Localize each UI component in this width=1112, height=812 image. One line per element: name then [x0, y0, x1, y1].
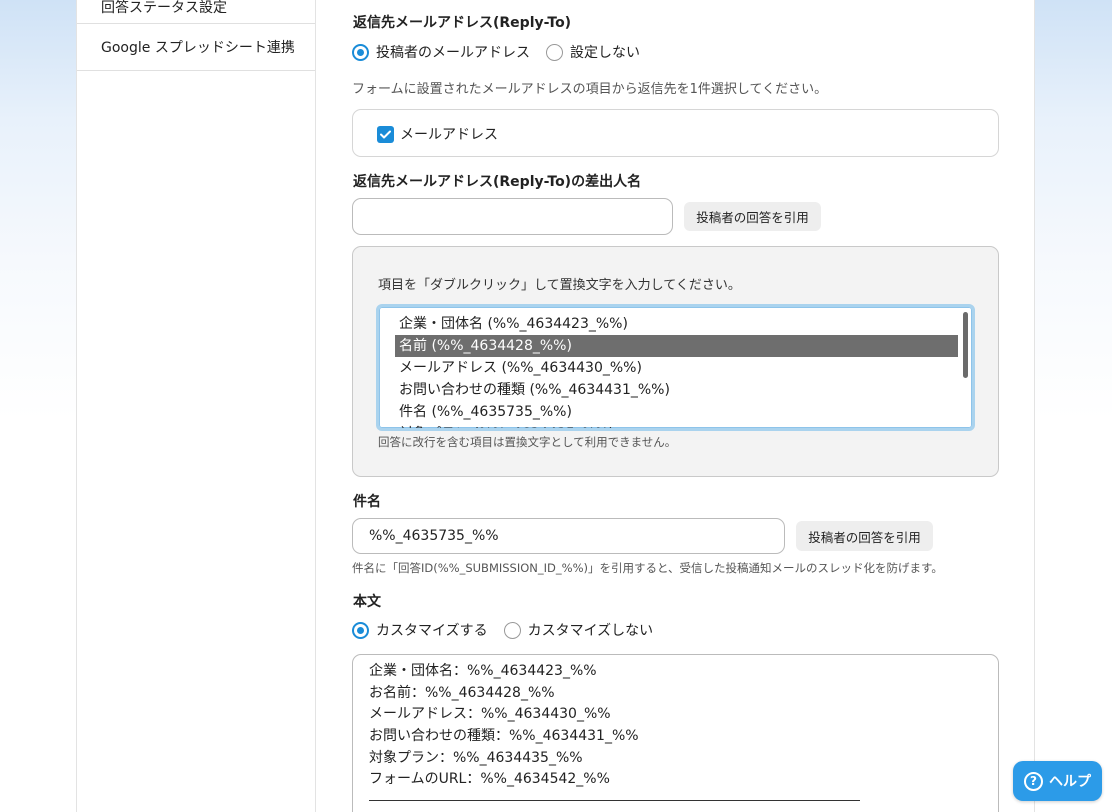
email-field-checkbox[interactable]: メールアドレス: [377, 124, 498, 144]
question-circle-icon: ?: [1024, 771, 1043, 791]
picker-instruction: 項目を「ダブルクリック」して置換文字を入力してください。: [378, 278, 741, 293]
sidebar-item-response-status[interactable]: 回答ステータス設定: [77, 0, 315, 24]
radio-label: カスタマイズする: [376, 623, 488, 639]
list-item[interactable]: メールアドレス (%%_4634430_%%): [395, 357, 958, 379]
reply-to-radio-group: 投稿者のメールアドレス 設定しない: [352, 42, 640, 62]
sidebar-item-google-sheets[interactable]: Google スプレッドシート連携: [77, 24, 315, 71]
reply-to-label: 返信先メールアドレス(Reply-To): [353, 15, 572, 31]
reply-to-help-text: フォームに設置されたメールアドレスの項目から返信先を1件選択してください。: [352, 82, 828, 97]
checkbox-label: メールアドレス: [400, 127, 498, 143]
subject-cite-answer-button[interactable]: 投稿者の回答を引用: [796, 521, 933, 551]
reply-to-name-input[interactable]: [352, 198, 673, 235]
radio-label: 投稿者のメールアドレス: [376, 45, 530, 61]
help-button[interactable]: ? ヘルプ: [1013, 761, 1102, 801]
checkmark-icon[interactable]: [377, 125, 394, 143]
subject-label: 件名: [353, 494, 381, 510]
picker-note: 回答に改行を含む項目は置換文字として利用できません。: [378, 435, 677, 449]
body-line: お問い合わせの種類：%%_4634431_%%: [369, 728, 639, 745]
list-item[interactable]: お問い合わせの種類 (%%_4634431_%%): [395, 379, 958, 401]
radio-label: 設定しない: [570, 45, 640, 61]
body-line: フォームのURL：%%_4634542_%%: [369, 771, 610, 788]
body-separator-line: [369, 800, 860, 801]
body-label: 本文: [353, 594, 381, 610]
subject-help-text: 件名に「回答ID(%%_SUBMISSION_ID_%%)」を引用すると、受信し…: [352, 561, 943, 575]
reply-to-email-field-box: メールアドレス: [352, 109, 999, 157]
reply-to-name-label: 返信先メールアドレス(Reply-To)の差出人名: [353, 174, 642, 190]
help-button-label: ヘルプ: [1049, 774, 1091, 790]
list-item-selected[interactable]: 名前 (%%_4634428_%%): [395, 335, 958, 357]
sidebar: 回答ステータス設定 Google スプレッドシート連携: [76, 0, 316, 812]
placeholder-picker-panel: 項目を「ダブルクリック」して置換文字を入力してください。 企業・団体名 (%%_…: [352, 246, 999, 477]
sidebar-item-label: Google スプレッドシート連携: [101, 40, 295, 56]
body-option-customize[interactable]: カスタマイズする: [352, 620, 488, 640]
list-item[interactable]: 企業・団体名 (%%_4634423_%%): [395, 313, 958, 335]
listbox-scrollbar[interactable]: [963, 312, 968, 378]
radio-unselected-icon[interactable]: [503, 621, 521, 639]
radio-selected-icon[interactable]: [352, 43, 369, 61]
placeholder-listbox[interactable]: 企業・団体名 (%%_4634423_%%) 名前 (%%_4634428_%%…: [376, 304, 975, 431]
settings-main-panel: 返信先メールアドレス(Reply-To) 投稿者のメールアドレス 設定しない フ…: [316, 0, 1035, 812]
radio-label: カスタマイズしない: [527, 623, 654, 639]
body-line: メールアドレス：%%_4634430_%%: [369, 706, 611, 723]
sidebar-item-label: 回答ステータス設定: [101, 0, 227, 16]
list-item[interactable]: 件名 (%%_4635735_%%): [395, 401, 958, 423]
cite-answer-button[interactable]: 投稿者の回答を引用: [684, 202, 821, 231]
body-line: お名前：%%_4634428_%%: [369, 684, 555, 701]
list-item[interactable]: 対象プラン (%%_4634435_%%): [395, 423, 958, 428]
reply-to-option-poster-email[interactable]: 投稿者のメールアドレス: [352, 42, 530, 62]
body-radio-group: カスタマイズする カスタマイズしない: [352, 620, 653, 640]
body-line: 企業・団体名：%%_4634423_%%: [369, 663, 597, 679]
body-option-no-customize[interactable]: カスタマイズしない: [503, 620, 654, 640]
subject-input[interactable]: [352, 518, 785, 554]
reply-to-option-none[interactable]: 設定しない: [546, 42, 640, 62]
radio-unselected-icon[interactable]: [546, 43, 563, 61]
body-textarea[interactable]: 企業・団体名：%%_4634423_%% お名前：%%_4634428_%% メ…: [352, 654, 999, 812]
radio-selected-icon[interactable]: [352, 621, 369, 639]
body-line: 対象プラン：%%_4634435_%%: [369, 749, 583, 766]
